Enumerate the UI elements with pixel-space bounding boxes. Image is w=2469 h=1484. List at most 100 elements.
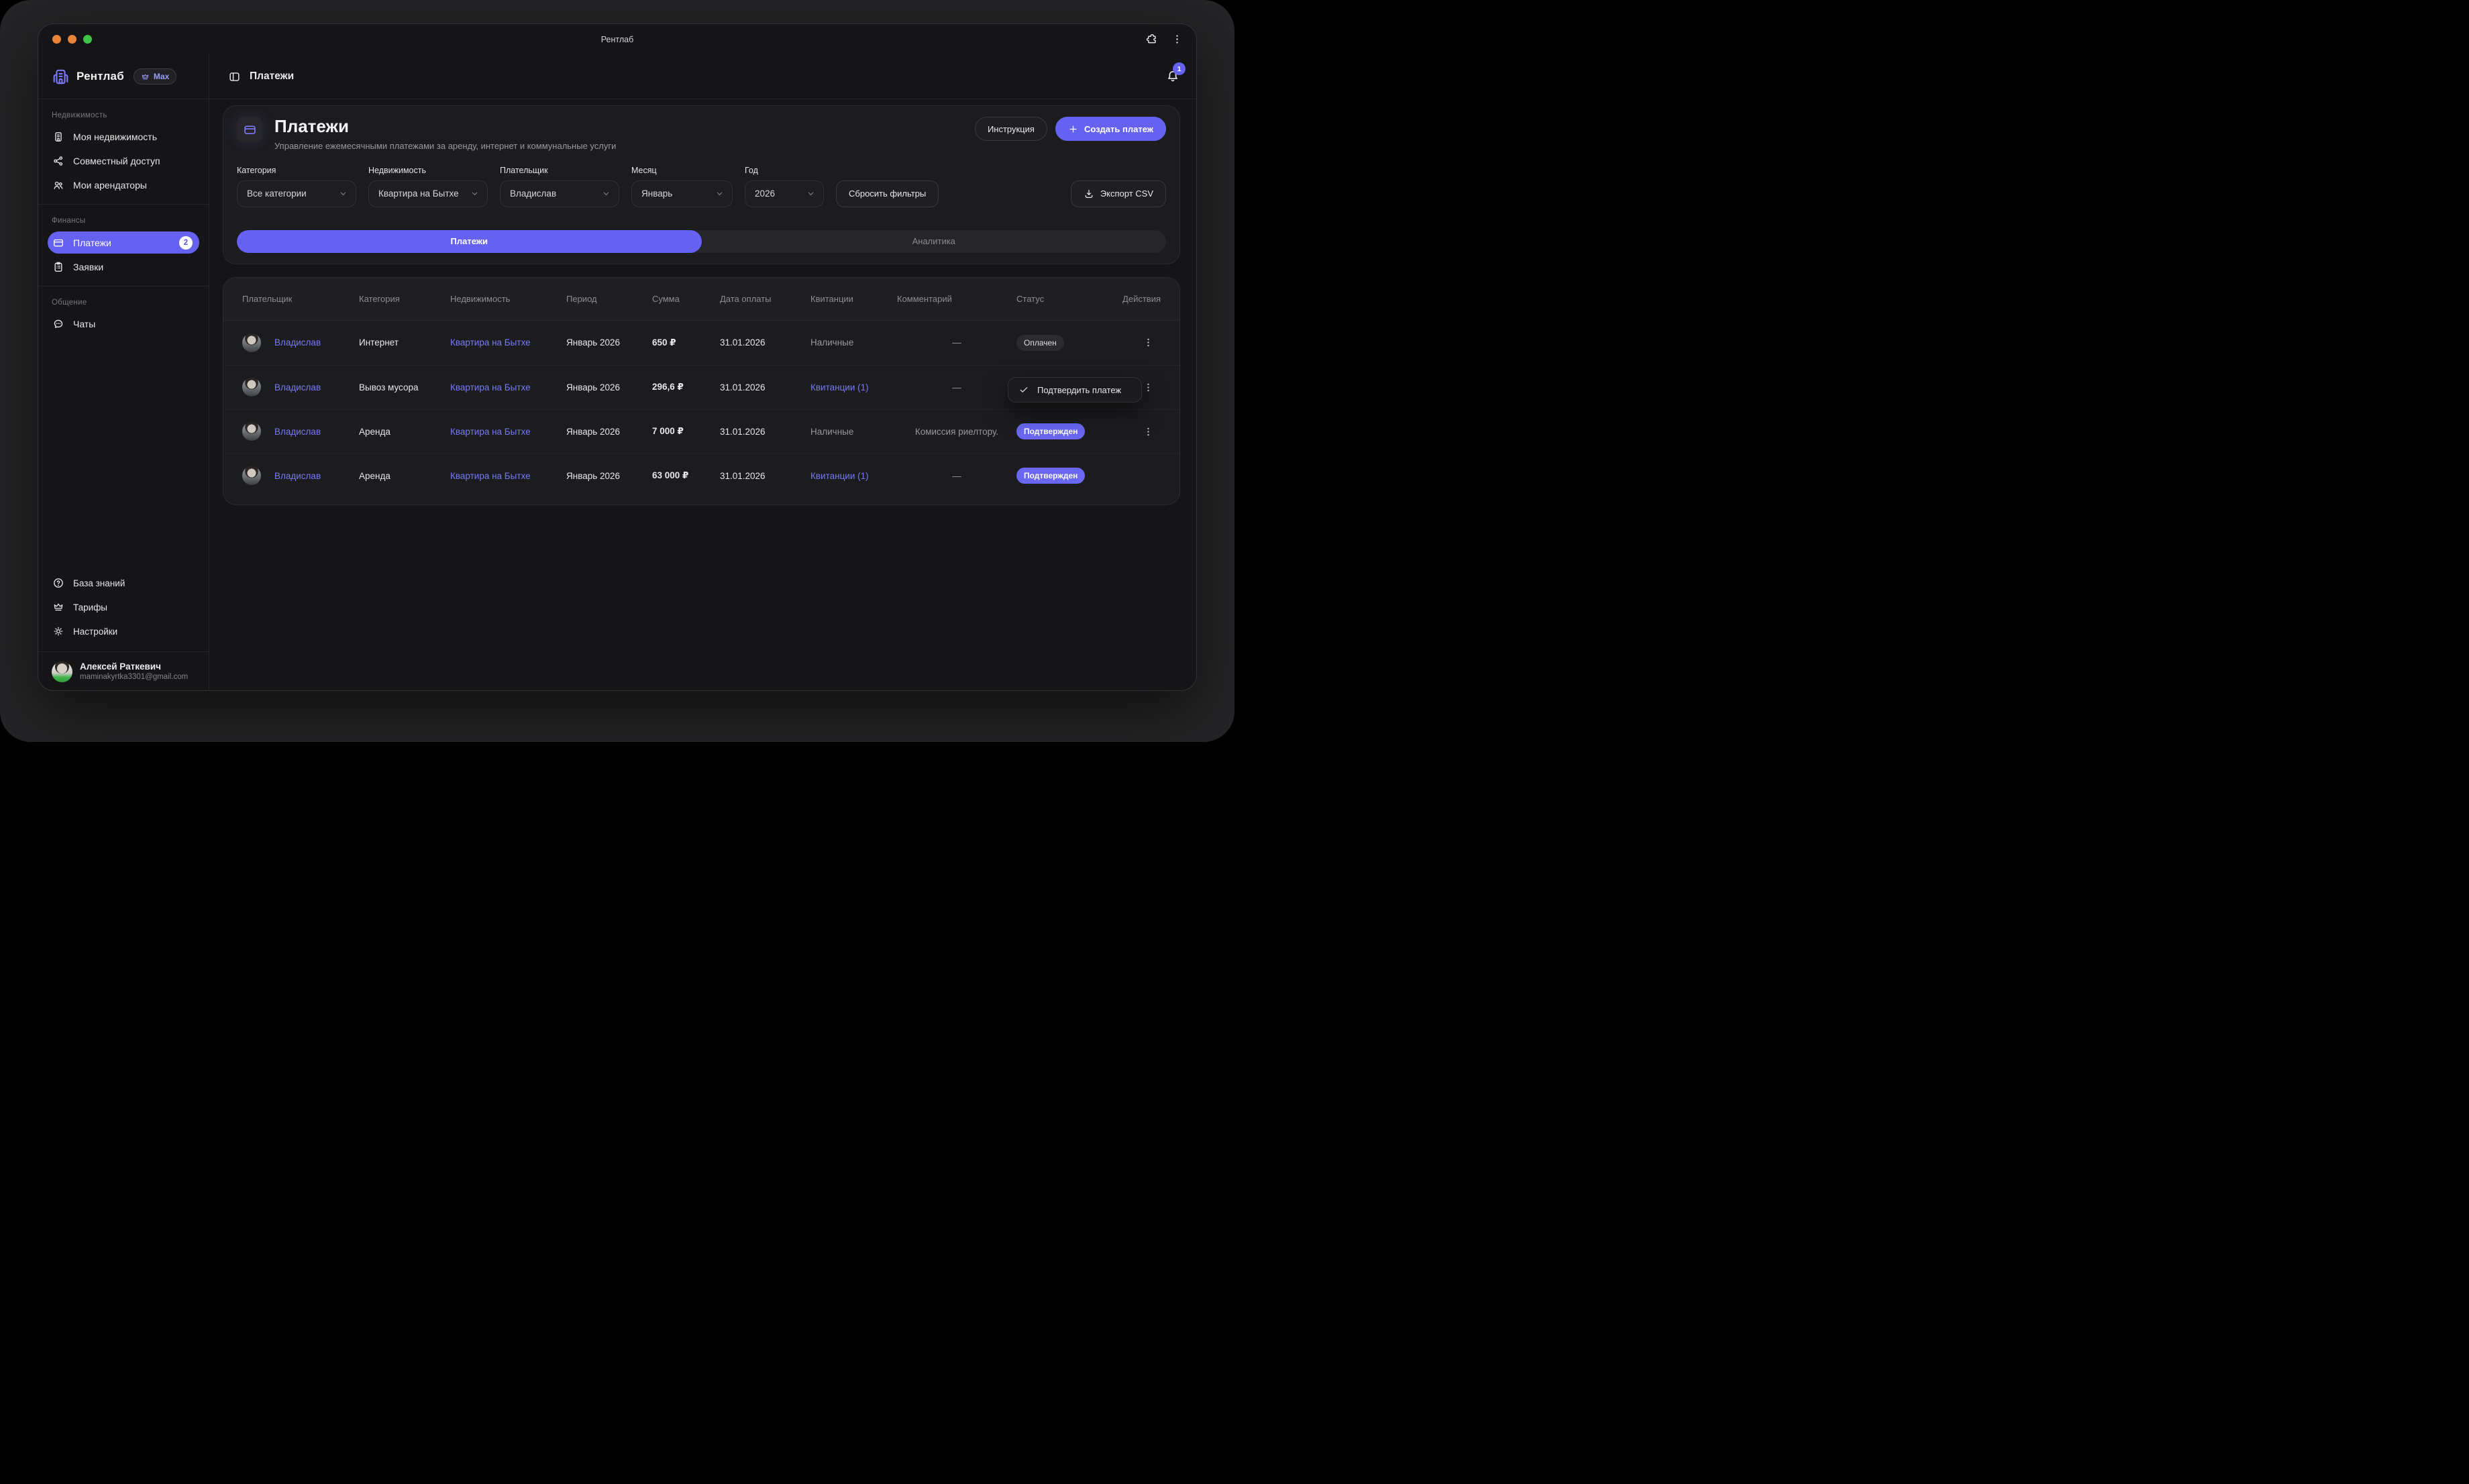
month-select[interactable]: Январь xyxy=(631,180,733,207)
payments-subtitle: Управление ежемесячными платежами за аре… xyxy=(274,141,616,151)
comment-cell: — xyxy=(897,382,1016,392)
category-value: Все категории xyxy=(247,189,307,199)
question-circle-icon xyxy=(52,577,64,589)
table-header-row: Плательщик Категория Недвижимость Период… xyxy=(223,278,1179,321)
payer-select[interactable]: Владислав xyxy=(500,180,619,207)
user-profile[interactable]: Алексей Раткевич maminakyrtka3301@gmail.… xyxy=(38,652,209,691)
col-header-status: Статус xyxy=(1016,294,1120,304)
date-cell: 31.01.2026 xyxy=(720,382,810,392)
date-cell: 31.01.2026 xyxy=(720,427,810,437)
sidebar-item-label: Платежи xyxy=(73,237,111,248)
filter-label-property: Недвижимость xyxy=(368,166,488,175)
table-row: Владислав Интернет Квартира на Бытхе Янв… xyxy=(223,321,1179,365)
notification-count-badge: 1 xyxy=(1173,62,1186,75)
payer-link[interactable]: Владислав xyxy=(274,337,321,348)
notifications-button[interactable]: 1 xyxy=(1165,69,1180,84)
crown-icon xyxy=(52,601,64,613)
sidebar-toggle-icon[interactable] xyxy=(228,70,241,83)
sidebar-item-label: Мои арендаторы xyxy=(73,180,147,191)
chrome-row: Рентлаб Max Платежи 1 xyxy=(38,54,1196,99)
payments-count-badge: 2 xyxy=(179,236,193,250)
plan-badge[interactable]: Max xyxy=(134,68,176,85)
receipts-link[interactable]: Квитанции (1) xyxy=(810,382,869,392)
sidebar: Недвижимость Моя недвижимость Совместный… xyxy=(38,99,209,691)
property-select[interactable]: Квартира на Бытхе xyxy=(368,180,488,207)
sidebar-item-label: Заявки xyxy=(73,262,103,272)
sidebar-item-my-tenants[interactable]: Мои арендаторы xyxy=(48,173,199,197)
col-header-payer: Плательщик xyxy=(242,294,359,304)
instruction-button[interactable]: Инструкция xyxy=(975,117,1047,141)
amount-cell: 7 000 ₽ xyxy=(652,426,720,437)
sidebar-item-label: Совместный доступ xyxy=(73,156,160,166)
create-payment-button[interactable]: Создать платеж xyxy=(1055,117,1166,141)
receipts-cell: Наличные xyxy=(810,427,897,437)
payer-link[interactable]: Владислав xyxy=(274,382,321,392)
sidebar-item-my-realty[interactable]: Моя недвижимость xyxy=(48,125,199,149)
comment-cell: — xyxy=(897,337,1016,348)
year-select[interactable]: 2026 xyxy=(745,180,824,207)
payer-value: Владислав xyxy=(510,189,556,199)
chevron-down-icon xyxy=(339,189,348,198)
col-header-actions: Действия xyxy=(1120,294,1161,304)
building-icon xyxy=(52,131,64,143)
sidebar-item-settings[interactable]: Настройки xyxy=(48,619,199,643)
sidebar-item-label: База знаний xyxy=(73,578,125,588)
sidebar-item-chats[interactable]: Чаты xyxy=(48,312,199,336)
export-csv-button[interactable]: Экспорт CSV xyxy=(1071,180,1166,207)
property-link[interactable]: Квартира на Бытхе xyxy=(450,471,531,481)
reset-filters-button[interactable]: Сбросить фильтры xyxy=(836,180,939,207)
month-value: Январь xyxy=(641,189,672,199)
property-link[interactable]: Квартира на Бытхе xyxy=(450,382,531,392)
col-header-receipts: Квитанции xyxy=(810,294,897,304)
filter-label-payer: Плательщик xyxy=(500,166,619,175)
view-tabs: Платежи Аналитика xyxy=(237,230,1166,253)
section-label-finance: Финансы xyxy=(38,217,209,225)
tab-analytics-label: Аналитика xyxy=(912,236,955,246)
browser-menu-kebab-icon[interactable] xyxy=(1171,34,1183,45)
comment-cell: — xyxy=(897,471,1016,481)
filter-label-category: Категория xyxy=(237,166,356,175)
plan-label: Max xyxy=(154,72,169,81)
row-actions-kebab[interactable] xyxy=(1140,379,1157,396)
date-cell: 31.01.2026 xyxy=(720,337,810,348)
status-badge: Подтвержден xyxy=(1016,423,1085,439)
property-link[interactable]: Квартира на Бытхе xyxy=(450,337,531,348)
sidebar-item-knowledge-base[interactable]: База знаний xyxy=(48,571,199,595)
receipts-link[interactable]: Квитанции (1) xyxy=(810,471,869,481)
property-link[interactable]: Квартира на Бытхе xyxy=(450,427,531,437)
category-cell: Аренда xyxy=(359,471,450,481)
row-actions-kebab[interactable] xyxy=(1140,334,1157,351)
gear-icon xyxy=(52,625,64,637)
sidebar-item-tariffs[interactable]: Тарифы xyxy=(48,595,199,619)
page-header-bar: Платежи 1 xyxy=(209,54,1196,99)
category-cell: Вывоз мусора xyxy=(359,382,450,392)
category-select[interactable]: Все категории xyxy=(237,180,356,207)
payer-avatar xyxy=(242,333,261,352)
section-label-realty: Недвижимость xyxy=(38,111,209,119)
period-cell: Январь 2026 xyxy=(566,337,652,348)
tab-payments[interactable]: Платежи xyxy=(237,230,702,253)
check-icon xyxy=(1018,384,1029,395)
tab-analytics[interactable]: Аналитика xyxy=(702,230,1167,253)
chevron-down-icon xyxy=(602,189,611,198)
col-header-comment: Комментарий xyxy=(897,294,1016,304)
confirm-payment-menu-item[interactable]: Подтвердить платеж xyxy=(1037,385,1121,395)
extensions-puzzle-icon[interactable] xyxy=(1145,33,1158,46)
payer-link[interactable]: Владислав xyxy=(274,427,321,437)
category-cell: Аренда xyxy=(359,427,450,437)
period-cell: Январь 2026 xyxy=(566,382,652,392)
rentlab-logo-icon xyxy=(52,68,70,86)
user-email: maminakyrtka3301@gmail.com xyxy=(80,672,188,682)
col-header-property: Недвижимость xyxy=(450,294,566,304)
period-cell: Январь 2026 xyxy=(566,427,652,437)
payer-avatar xyxy=(242,378,261,396)
category-cell: Интернет xyxy=(359,337,450,348)
status-badge: Подтвержден xyxy=(1016,468,1085,484)
sidebar-item-requests[interactable]: Заявки xyxy=(48,255,199,279)
credit-card-icon xyxy=(237,117,262,142)
row-actions-kebab[interactable] xyxy=(1140,423,1157,440)
sidebar-item-payments[interactable]: Платежи 2 xyxy=(48,231,199,254)
sidebar-item-shared-access[interactable]: Совместный доступ xyxy=(48,149,199,173)
payer-link[interactable]: Владислав xyxy=(274,471,321,481)
table-row: Владислав Аренда Квартира на Бытхе Январ… xyxy=(223,409,1179,454)
